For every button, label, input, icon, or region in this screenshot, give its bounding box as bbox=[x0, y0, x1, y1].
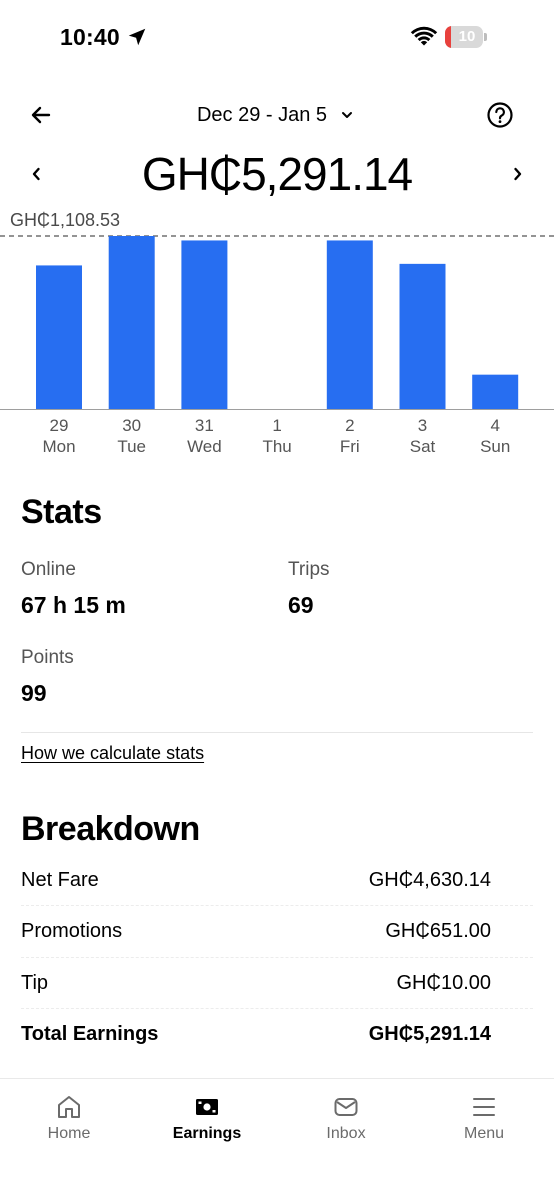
chart-tick-day: Mon bbox=[42, 437, 76, 456]
chart-x-labels: 29 Mon 30 Tue 31 Wed 1 Thu 2 Fri 3 Sat 4 Sun bbox=[0, 415, 554, 465]
net-fare-value: GH₵4,630.14 bbox=[368, 869, 491, 891]
menu-icon bbox=[473, 1098, 495, 1116]
chart-bar-31[interactable] bbox=[181, 240, 228, 409]
location-arrow-icon bbox=[128, 28, 146, 46]
chart-bar-2[interactable] bbox=[326, 240, 373, 409]
wifi-icon bbox=[410, 26, 438, 46]
nav-menu-label: Menu bbox=[463, 1125, 505, 1142]
earnings-chart: GH₵1,108.53 29 Mon 30 Tue 31 Wed 1 Thu 2 Fri 3 Sat 4… bbox=[0, 205, 554, 460]
nav-home-label: Home bbox=[47, 1125, 91, 1142]
breakdown-row-total-earnings: Total Earnings GH₵5,291.14 bbox=[21, 1009, 533, 1059]
nav-inbox[interactable]: Inbox bbox=[296, 1093, 396, 1153]
online-label: Online bbox=[21, 559, 76, 580]
previous-week-button[interactable] bbox=[24, 160, 48, 188]
total-earnings-amount: GH₵5,291.14 bbox=[141, 148, 413, 200]
battery-level: 10 bbox=[458, 28, 476, 45]
nav-inbox-label: Inbox bbox=[326, 1125, 366, 1142]
help-icon[interactable] bbox=[484, 99, 516, 131]
date-range-selector[interactable]: Dec 29 - Jan 5 bbox=[150, 100, 400, 130]
nav-menu[interactable]: Menu bbox=[434, 1093, 534, 1153]
chart-x-label-2[interactable]: 2 Fri bbox=[320, 415, 380, 457]
chart-tick-day: Sat bbox=[409, 437, 436, 456]
chart-bar-29[interactable] bbox=[36, 265, 82, 409]
status-time: 10:40 bbox=[60, 24, 120, 50]
how-we-calculate-stats-link[interactable]: How we calculate stats bbox=[21, 743, 204, 764]
chart-bar-4[interactable] bbox=[472, 374, 519, 409]
chart-tick-date: 31 bbox=[194, 416, 214, 435]
tip-label: Tip bbox=[21, 972, 49, 994]
stats-title: Stats bbox=[21, 493, 102, 531]
stats-divider bbox=[21, 732, 533, 733]
online-value: 67 h 15 m bbox=[21, 592, 126, 618]
date-range-label: Dec 29 - Jan 5 bbox=[196, 103, 328, 126]
battery-icon: 10 bbox=[445, 26, 487, 48]
chart-tick-day: Fri bbox=[339, 437, 360, 456]
chart-x-label-4[interactable]: 4 Sun bbox=[465, 415, 525, 457]
breakdown-row-net-fare: Net Fare GH₵4,630.14 bbox=[21, 855, 533, 905]
chart-bar-30[interactable] bbox=[108, 236, 155, 409]
earnings-bar-chart bbox=[0, 235, 554, 410]
chart-tick-day: Sun bbox=[480, 437, 511, 456]
chart-x-label-31[interactable]: 31 Wed bbox=[174, 415, 234, 457]
back-arrow-icon bbox=[31, 106, 51, 124]
nav-earnings[interactable]: Earnings bbox=[157, 1093, 257, 1153]
chart-tick-date: 4 bbox=[490, 416, 500, 435]
nav-home[interactable]: Home bbox=[19, 1093, 119, 1153]
breakdown-row-tip: Tip GH₵10.00 bbox=[21, 958, 533, 1008]
chart-x-label-1[interactable]: 1 Thu bbox=[247, 415, 307, 457]
promotions-label: Promotions bbox=[21, 920, 123, 942]
total-earnings-value: GH₵5,291.14 bbox=[368, 1023, 491, 1045]
breakdown-row-promotions: Promotions GH₵651.00 bbox=[21, 906, 533, 956]
chart-tick-date: 3 bbox=[417, 416, 428, 435]
chevron-down-icon bbox=[342, 112, 353, 118]
chart-tick-date: 29 bbox=[49, 416, 69, 435]
chart-tick-day: Wed bbox=[187, 437, 222, 456]
inbox-icon bbox=[334, 1098, 358, 1116]
chart-x-label-3[interactable]: 3 Sat bbox=[393, 415, 453, 457]
nav-earnings-label: Earnings bbox=[172, 1125, 242, 1142]
home-icon bbox=[58, 1096, 80, 1118]
trips-label: Trips bbox=[288, 559, 330, 580]
chart-tick-date: 1 bbox=[272, 416, 282, 435]
bottom-navigation: Home Earnings Inbox Menu bbox=[0, 1078, 554, 1200]
total-earnings-label: Total Earnings bbox=[21, 1023, 159, 1045]
chart-x-label-30[interactable]: 30 Tue bbox=[102, 415, 162, 457]
chevron-left-icon bbox=[32, 167, 40, 181]
chart-bar-3[interactable] bbox=[399, 263, 446, 409]
chart-tick-day: Tue bbox=[117, 437, 147, 456]
chart-max-label: GH₵1,108.53 bbox=[10, 210, 121, 230]
earnings-icon bbox=[196, 1099, 218, 1115]
breakdown-title: Breakdown bbox=[21, 810, 200, 848]
net-fare-label: Net Fare bbox=[21, 869, 99, 891]
chart-x-label-29[interactable]: 29 Mon bbox=[29, 415, 89, 457]
next-week-button[interactable] bbox=[506, 160, 530, 188]
points-label: Points bbox=[21, 647, 74, 668]
chart-tick-date: 2 bbox=[345, 416, 355, 435]
points-value: 99 bbox=[21, 680, 47, 706]
chart-tick-day: Thu bbox=[262, 437, 292, 456]
promotions-value: GH₵651.00 bbox=[385, 920, 491, 942]
back-button[interactable] bbox=[26, 100, 56, 130]
trips-value: 69 bbox=[288, 592, 314, 618]
status-bar: 10:40 10 bbox=[0, 0, 554, 76]
tip-value: GH₵10.00 bbox=[396, 972, 492, 994]
chevron-right-icon bbox=[514, 167, 522, 181]
chart-tick-date: 30 bbox=[122, 416, 142, 435]
